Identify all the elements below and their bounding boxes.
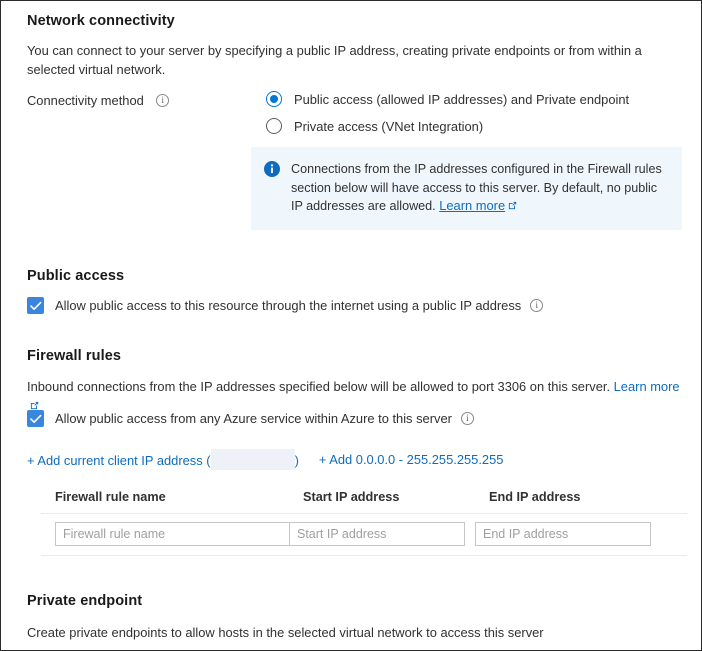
radio-private-access-label: Private access (VNet Integration) [294,118,484,134]
add-current-client-ip-link[interactable]: + Add current client IP address () [27,449,299,470]
radio-public-access-indicator[interactable] [266,91,282,107]
content-area: Network connectivity You can connect to … [27,1,691,650]
radio-public-access[interactable]: Public access (allowed IP addresses) and… [266,91,629,107]
firewall-quick-add-links: + Add current client IP address () + Add… [27,449,503,470]
column-header-start-ip: Start IP address [303,490,400,504]
network-connectivity-title: Network connectivity [27,13,175,29]
private-endpoint-title: Private endpoint [27,593,143,609]
azure-services-checkbox-row[interactable]: Allow public access from any Azure servi… [27,410,474,427]
network-connectivity-heading: Network connectivity [27,12,175,30]
connectivity-method-label: Connectivity method [27,93,144,108]
column-header-rule-name: Firewall rule name [55,490,166,504]
firewall-table-header-row: Firewall rule name Start IP address End … [41,490,687,513]
connectivity-method-label-wrap: Connectivity method [27,92,170,110]
firewall-rule-name-input[interactable] [55,522,290,546]
radio-private-access[interactable]: Private access (VNet Integration) [266,118,629,134]
firewall-rules-description-text: Inbound connections from the IP addresse… [27,379,614,394]
start-ip-address-input[interactable] [289,522,465,546]
info-icon-connectivity-method[interactable] [156,94,170,107]
public-access-checkbox[interactable] [27,297,44,314]
redacted-client-ip-value [210,449,295,470]
table-divider-bottom [41,555,687,556]
info-banner: Connections from the IP addresses config… [251,147,682,230]
column-header-end-ip: End IP address [489,490,581,504]
azure-services-checkbox-label: Allow public access from any Azure servi… [55,411,452,426]
end-ip-address-input[interactable] [475,522,651,546]
info-filled-icon [264,161,280,177]
connectivity-method-radio-group: Public access (allowed IP addresses) and… [266,91,629,145]
table-row [41,514,687,555]
info-icon-public-access[interactable] [530,299,544,312]
firewall-learn-more-link[interactable]: Learn more [614,379,680,394]
info-banner-learn-more-link[interactable]: Learn more [439,198,505,213]
info-icon-azure-services[interactable] [460,412,474,425]
public-access-heading: Public access [27,267,124,285]
public-access-checkbox-row[interactable]: Allow public access to this resource thr… [27,297,544,314]
firewall-rules-heading: Firewall rules [27,347,121,365]
external-link-icon-firewall [30,401,39,410]
add-all-ip-range-link[interactable]: + Add 0.0.0.0 - 255.255.255.255 [319,452,504,467]
public-access-title: Public access [27,268,125,284]
add-current-client-ip-prefix: + Add current client IP address ( [27,453,211,468]
radio-private-access-indicator[interactable] [266,118,282,134]
public-access-checkbox-label: Allow public access to this resource thr… [55,298,522,313]
private-endpoint-heading: Private endpoint [27,592,142,610]
network-settings-panel: Network connectivity You can connect to … [0,0,702,651]
azure-services-checkbox[interactable] [27,410,44,427]
radio-public-access-label: Public access (allowed IP addresses) and… [294,91,630,107]
private-endpoint-description: Create private endpoints to allow hosts … [27,625,544,640]
firewall-rules-title: Firewall rules [27,348,122,364]
network-connectivity-description: You can connect to your server by specif… [27,43,642,77]
external-link-icon-banner [508,201,517,210]
info-banner-body: Connections from the IP addresses config… [291,160,668,216]
firewall-rules-table: Firewall rule name Start IP address End … [41,490,687,556]
add-current-client-ip-suffix: ) [294,453,299,468]
